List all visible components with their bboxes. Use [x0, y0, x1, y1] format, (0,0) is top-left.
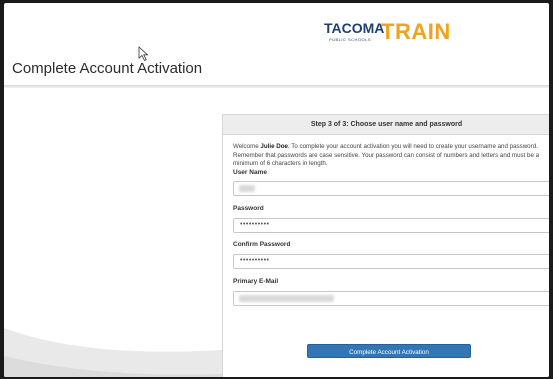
password-label: Password: [233, 204, 264, 212]
step-header: Step 3 of 3: Choose user name and passwo…: [223, 115, 549, 135]
complete-activation-button[interactable]: Complete Account Activation: [307, 344, 471, 358]
redacted-email: [239, 294, 334, 302]
password-input[interactable]: ••••••••••: [233, 217, 549, 233]
activation-panel: Step 3 of 3: Choose user name and passwo…: [222, 114, 549, 377]
primary-email-input[interactable]: [233, 290, 549, 306]
primary-email-label: Primary E-Mail: [233, 277, 279, 285]
page-title: Complete Account Activation: [12, 60, 203, 77]
intro-prefix: Welcome: [233, 143, 261, 150]
user-full-name: Julie Doe: [260, 143, 288, 150]
header-divider: [4, 85, 549, 88]
redacted-username: [239, 184, 255, 192]
intro-text: Welcome Julie Doe. To complete your acco…: [233, 143, 540, 169]
username-label: User Name: [233, 168, 267, 176]
logo-train-text: TRAIN: [381, 19, 451, 44]
username-input[interactable]: [233, 180, 549, 196]
logo-public-schools-text: PUBLIC SCHOOLS: [328, 37, 372, 42]
browser-viewport: TACOMA PUBLIC SCHOOLS TRAIN Complete Acc…: [4, 3, 549, 377]
logo-tacoma-text: TACOMA: [324, 20, 385, 36]
confirm-password-label: Confirm Password: [233, 240, 291, 248]
password-mask: ••••••••••: [240, 220, 270, 228]
panel-body: Welcome Julie Doe. To complete your acco…: [223, 135, 549, 306]
confirm-password-mask: ••••••••••: [240, 256, 270, 264]
confirm-password-input[interactable]: ••••••••••: [233, 253, 549, 269]
